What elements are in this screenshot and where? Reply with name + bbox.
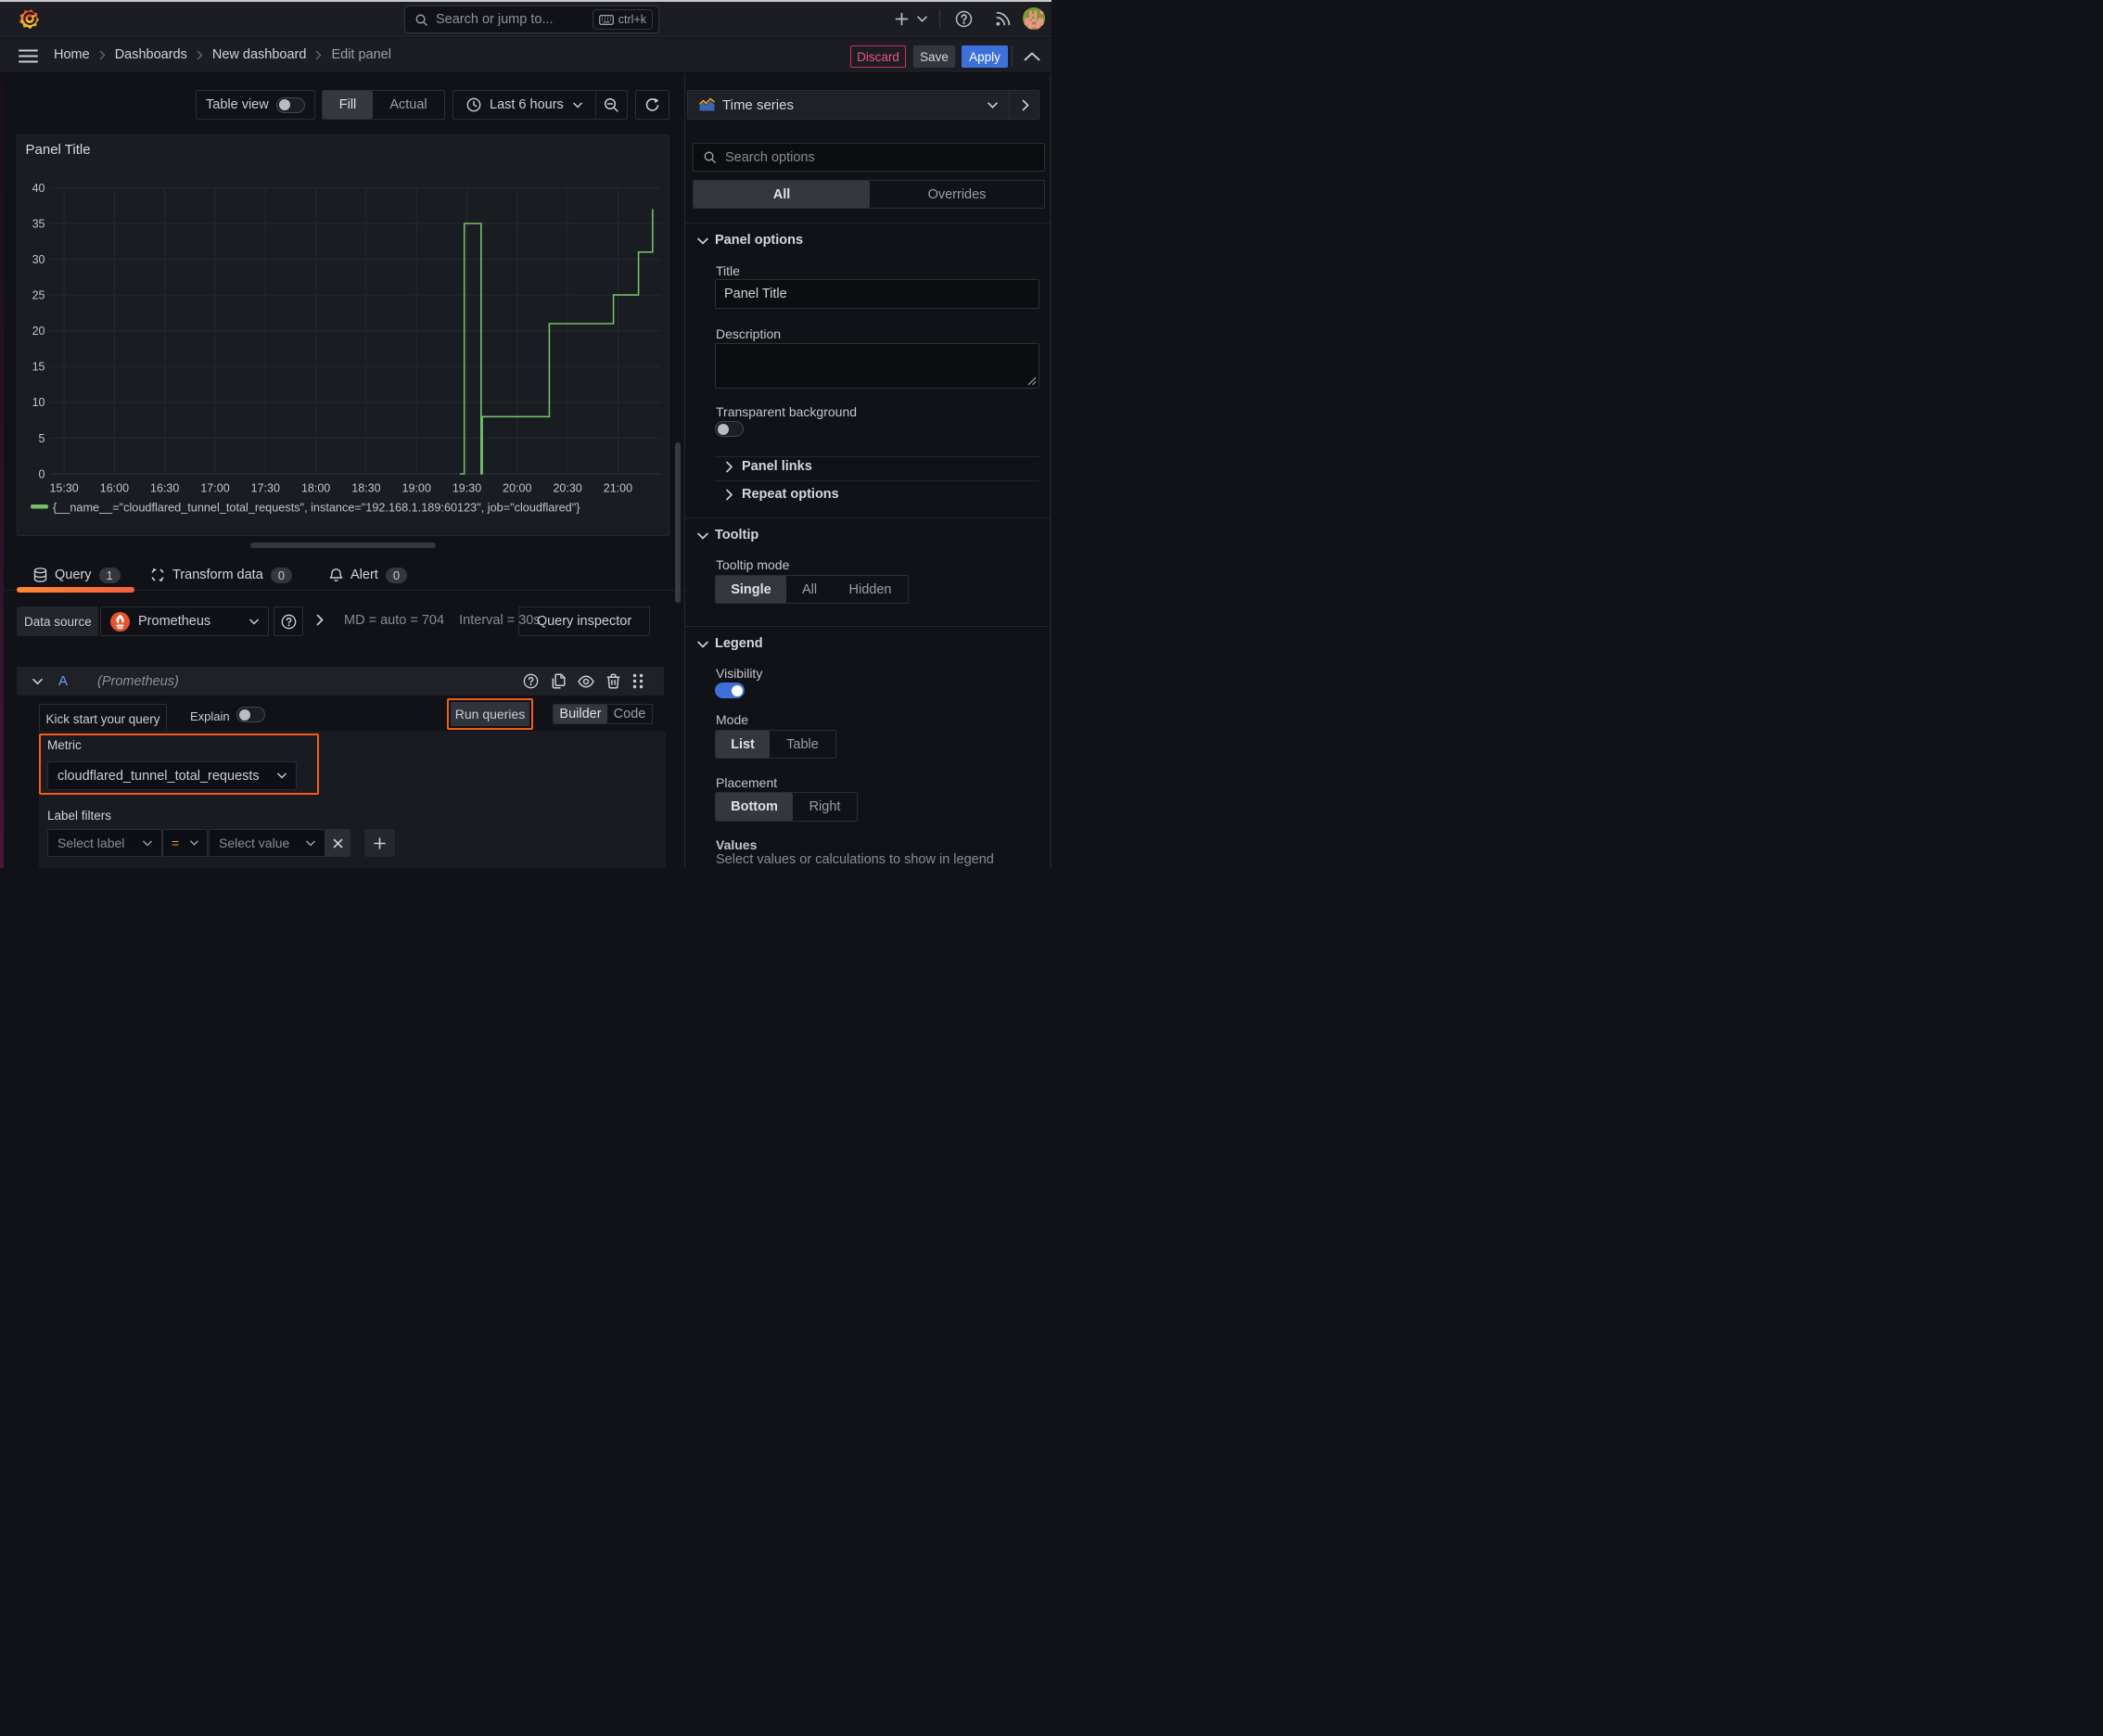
svg-text:25: 25	[32, 289, 45, 302]
svg-text:40: 40	[32, 182, 45, 195]
svg-text:16:00: 16:00	[99, 482, 128, 495]
svg-text:30: 30	[32, 253, 45, 266]
svg-text:17:00: 17:00	[200, 482, 229, 495]
svg-text:35: 35	[32, 217, 45, 230]
svg-text:20: 20	[32, 325, 45, 338]
svg-text:15:30: 15:30	[49, 482, 78, 495]
svg-text:20:30: 20:30	[553, 482, 581, 495]
svg-text:16:30: 16:30	[150, 482, 179, 495]
svg-text:0: 0	[38, 467, 45, 480]
svg-text:19:30: 19:30	[452, 482, 480, 495]
svg-text:17:30: 17:30	[250, 482, 279, 495]
svg-text:18:30: 18:30	[351, 482, 380, 495]
svg-text:10: 10	[32, 396, 45, 409]
svg-text:5: 5	[38, 432, 45, 445]
svg-text:20:00: 20:00	[503, 482, 531, 495]
svg-text:19:00: 19:00	[401, 482, 430, 495]
svg-text:{__name__="cloudflared_tunnel_: {__name__="cloudflared_tunnel_total_requ…	[53, 502, 580, 515]
svg-text:21:00: 21:00	[603, 482, 631, 495]
svg-text:15: 15	[32, 361, 45, 374]
svg-text:18:00: 18:00	[300, 482, 329, 495]
